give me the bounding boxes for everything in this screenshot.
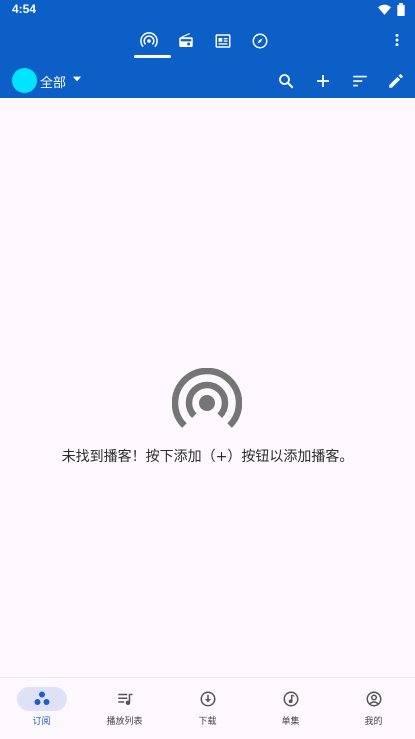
subscriptions-icon xyxy=(32,689,52,709)
sort-icon xyxy=(353,75,367,87)
avatar[interactable] xyxy=(12,68,37,93)
article-icon xyxy=(215,34,230,48)
empty-message: 未找到播客！按下添加（+）按钮以添加播客。 xyxy=(61,449,354,465)
account-icon xyxy=(364,689,384,709)
tab-podcasts[interactable] xyxy=(130,26,167,56)
app-bar: 全部 xyxy=(0,20,415,98)
podcast-icon xyxy=(139,32,158,48)
top-tabs xyxy=(130,26,280,56)
tab-indicator xyxy=(134,55,171,58)
download-icon xyxy=(198,689,218,709)
sort-button[interactable] xyxy=(347,68,373,94)
playlist-icon xyxy=(115,689,135,709)
episodes-icon xyxy=(281,689,301,709)
tab-radio[interactable] xyxy=(167,26,204,56)
filter-label[interactable]: 全部 xyxy=(40,72,66,91)
nav-label-playlist: 播放列表 xyxy=(106,717,143,727)
more-vert-icon xyxy=(395,33,399,47)
search-icon xyxy=(279,74,294,89)
edit-icon xyxy=(389,74,403,88)
nav-label-subscriptions: 订阅 xyxy=(32,717,51,727)
explore-icon xyxy=(252,33,267,49)
battery-icon xyxy=(397,3,405,16)
tab-articles[interactable] xyxy=(204,26,241,56)
add-button[interactable] xyxy=(310,68,336,94)
dropdown-arrow-icon[interactable] xyxy=(70,72,84,86)
nav-playlist[interactable]: 播放列表 xyxy=(83,678,166,739)
wifi-icon xyxy=(378,4,391,15)
nav-label-downloads: 下载 xyxy=(198,717,217,727)
nav-downloads[interactable]: 下载 xyxy=(166,678,249,739)
nav-label-episodes: 单集 xyxy=(281,717,300,727)
add-icon xyxy=(317,75,329,87)
status-bar: 4:54 xyxy=(0,0,415,20)
nav-subscriptions[interactable]: 订阅 xyxy=(0,678,83,739)
edit-button[interactable] xyxy=(383,68,409,94)
radio-icon xyxy=(178,32,193,47)
status-time: 4:54 xyxy=(12,2,37,16)
tab-explore[interactable] xyxy=(241,26,278,56)
filter-row: 全部 xyxy=(0,64,415,98)
podcast-empty-icon xyxy=(172,368,242,428)
nav-episodes[interactable]: 单集 xyxy=(249,678,332,739)
bottom-nav: 订阅 播放列表 下载 单集 我的 xyxy=(0,677,415,739)
nav-account[interactable]: 我的 xyxy=(332,678,415,739)
status-icons xyxy=(378,3,405,16)
search-button[interactable] xyxy=(273,68,299,94)
nav-label-account: 我的 xyxy=(364,717,383,727)
overflow-menu-button[interactable] xyxy=(385,28,409,52)
